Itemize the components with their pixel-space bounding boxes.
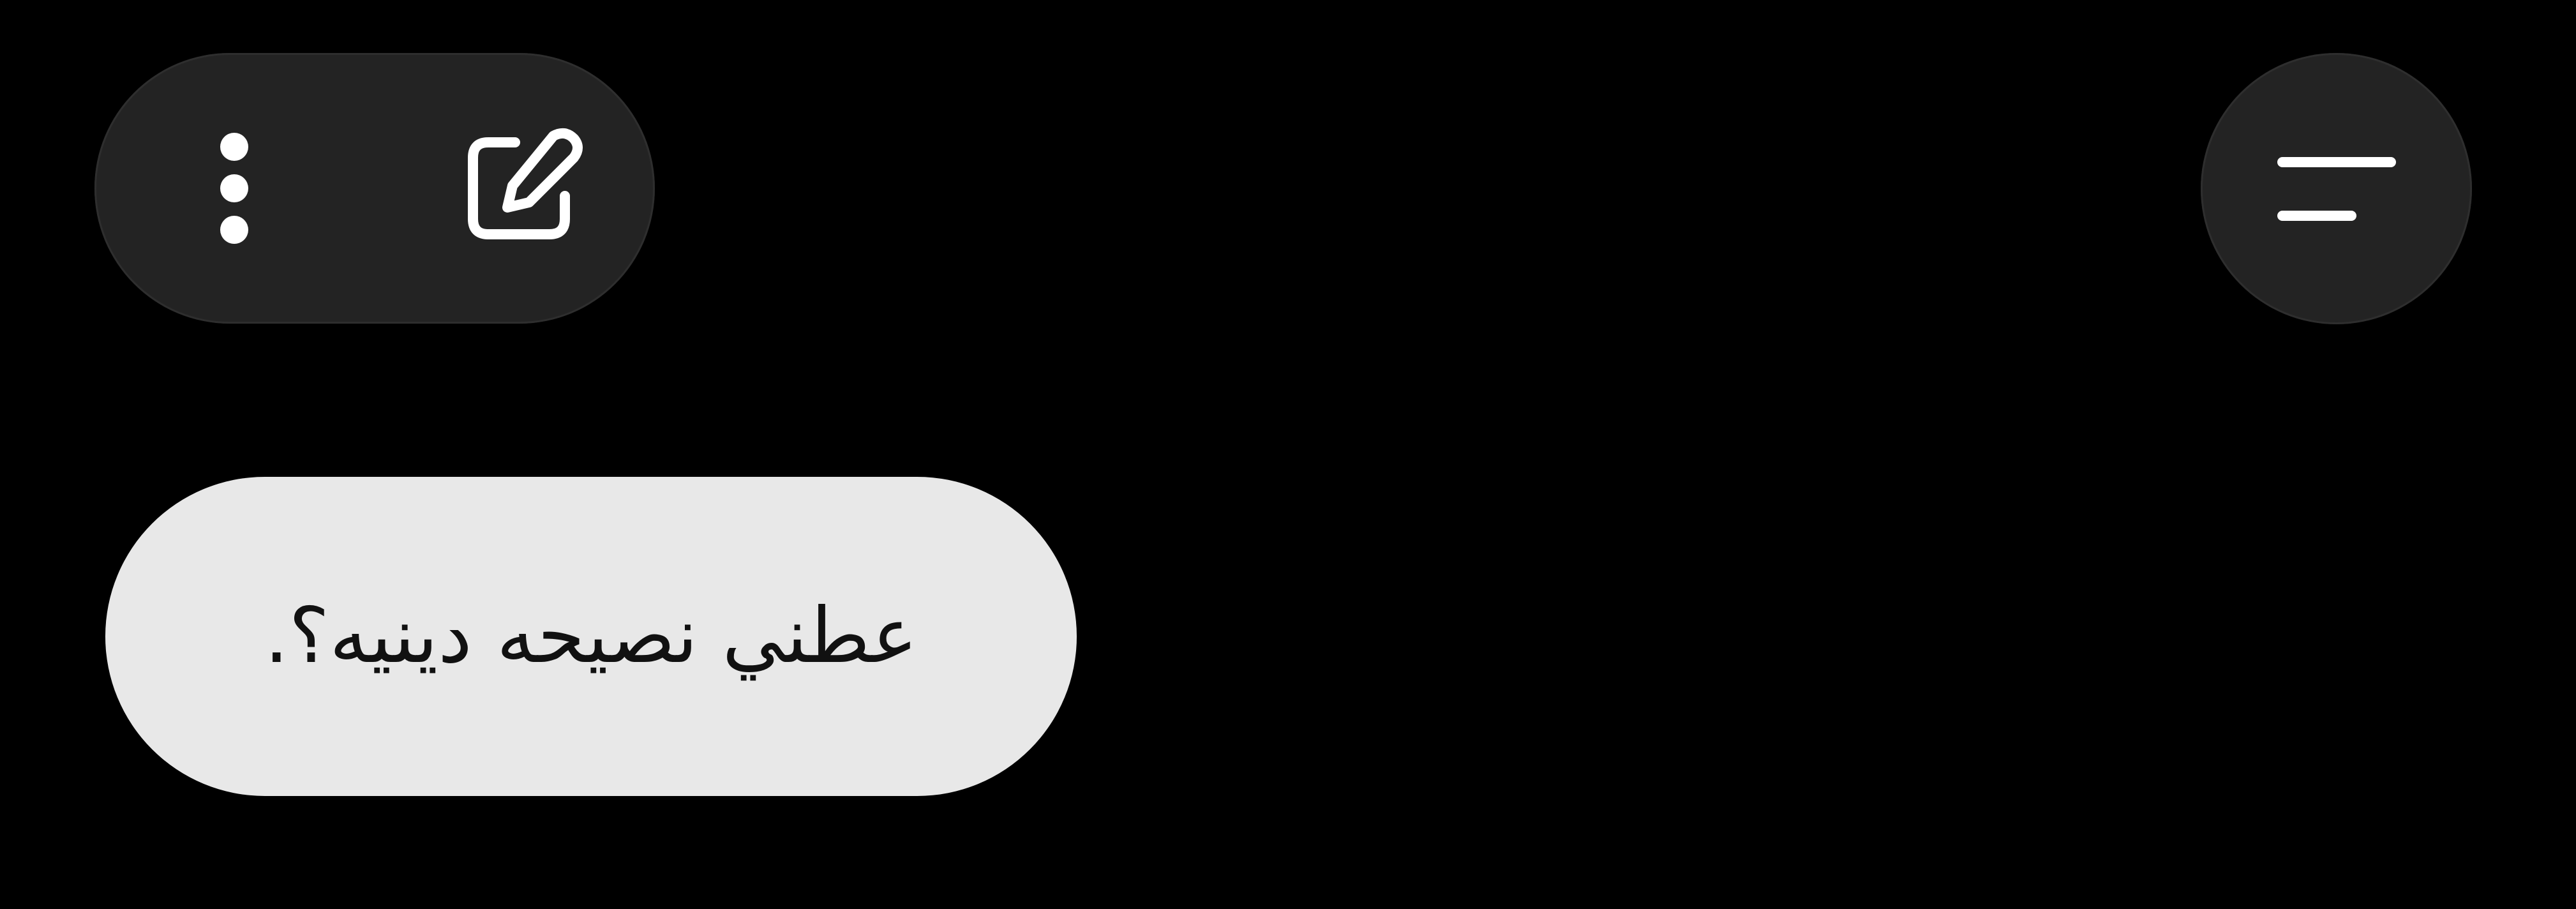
more-options-button[interactable] [167,121,301,255]
user-message-text: عطني نصيحه دينيه؟. [264,592,918,680]
edit-note-icon [468,128,583,239]
menu-button[interactable] [2201,53,2472,324]
filter-menu-icon [2277,156,2396,221]
user-message-bubble: عطني نصيحه دينيه؟. [105,477,1077,796]
more-vertical-icon [220,133,248,244]
new-chat-button[interactable] [444,121,597,255]
